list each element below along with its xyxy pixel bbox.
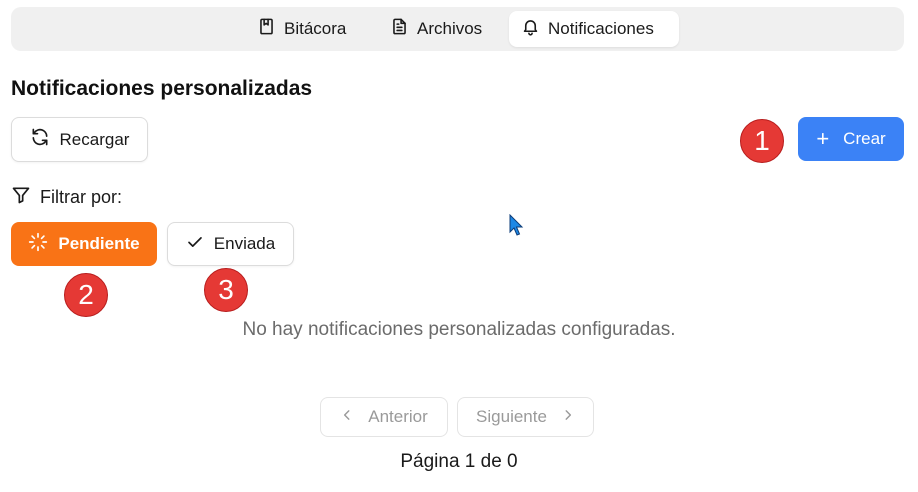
create-label: Crear <box>843 129 886 148</box>
filter-pending-button[interactable]: Pendiente <box>11 222 157 266</box>
tab-notificaciones[interactable]: Notificaciones <box>509 11 679 47</box>
filter-sent-button[interactable]: Enviada <box>167 222 294 266</box>
tabs-bar: Bitácora Archivos Notificaciones <box>11 7 904 51</box>
refresh-icon <box>30 127 50 152</box>
create-button[interactable]: + Crear <box>798 117 904 161</box>
reload-label: Recargar <box>59 129 130 149</box>
tab-bitacora[interactable]: Bitácora <box>245 11 358 47</box>
filter-label-text: Filtrar por: <box>40 187 123 207</box>
filter-icon <box>11 185 31 210</box>
tab-archivos[interactable]: Archivos <box>378 11 494 47</box>
file-text-icon <box>390 17 409 41</box>
mouse-cursor-icon <box>509 214 524 236</box>
chevron-right-icon <box>561 407 575 427</box>
annotation-marker-1: 1 <box>740 119 784 163</box>
bell-icon <box>521 17 540 41</box>
filter-sent-label: Enviada <box>213 234 276 253</box>
tab-label: Archivos <box>417 19 483 38</box>
tab-label: Bitácora <box>284 19 347 38</box>
previous-page-label: Anterior <box>368 407 428 426</box>
next-page-label: Siguiente <box>476 407 547 426</box>
tab-label: Notificaciones <box>548 19 654 38</box>
filter-pending-label: Pendiente <box>58 234 140 253</box>
loader-icon <box>28 232 48 257</box>
page-title: Notificaciones personalizadas <box>11 77 313 100</box>
previous-page-button[interactable]: Anterior <box>320 397 448 437</box>
check-icon <box>186 233 204 256</box>
annotation-marker-2: 2 <box>64 273 108 317</box>
empty-state-message: No hay notificaciones personalizadas con… <box>242 319 676 340</box>
page-info: Página 1 de 0 <box>400 451 518 472</box>
reload-button[interactable]: Recargar <box>11 117 148 162</box>
filter-label: Filtrar por: <box>11 185 122 210</box>
plus-icon: + <box>816 126 830 151</box>
book-icon <box>257 17 276 41</box>
next-page-button[interactable]: Siguiente <box>457 397 594 437</box>
chevron-left-icon <box>340 407 354 427</box>
annotation-marker-3: 3 <box>204 268 248 312</box>
